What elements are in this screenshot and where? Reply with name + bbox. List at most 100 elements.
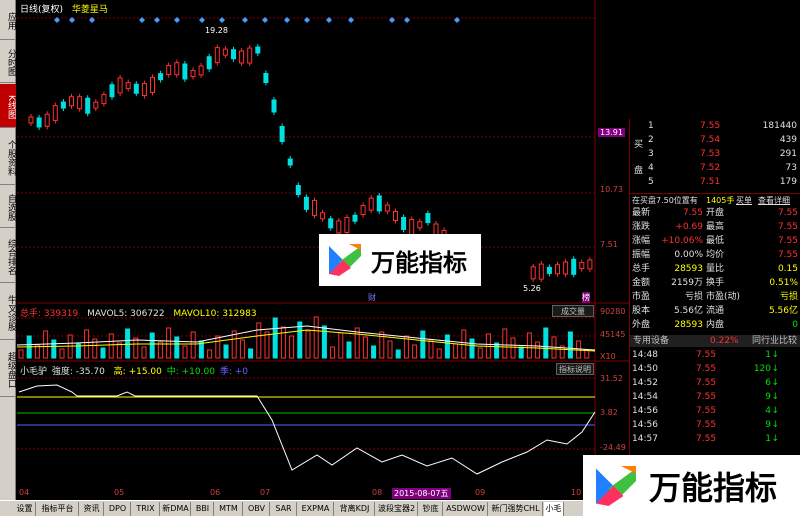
tab-diagnosis[interactable]: 牛叉诊股 xyxy=(0,284,16,340)
queue-bar: 在买盘7.50位置有 1405手 买单 查看详细 xyxy=(630,193,800,206)
candle-body xyxy=(376,195,382,212)
buy-orders-link[interactable]: 买单 xyxy=(736,194,752,207)
trade-volume: 1 xyxy=(765,434,771,444)
volume-bar xyxy=(477,347,483,359)
volume-bar xyxy=(444,334,450,359)
tab-kline[interactable]: K线图 xyxy=(0,84,16,128)
stat-value: 5.56亿 xyxy=(768,306,798,316)
ask-row[interactable]: 1 7.55 181440 xyxy=(630,120,800,133)
indicator-tab[interactable]: SAR xyxy=(271,502,297,516)
volume-bar xyxy=(469,338,475,359)
ask-level: 4 xyxy=(648,163,654,173)
trade-row: 14:56 7.55 9 ↓ xyxy=(630,419,800,432)
indicator-tab[interactable]: 新门强势CHL xyxy=(489,502,543,516)
ask-volume: 181440 xyxy=(762,121,797,131)
list-marker[interactable]: 榜 xyxy=(582,292,590,303)
tab-watchlist[interactable]: 自选股 xyxy=(0,186,16,228)
ask-volume: 179 xyxy=(779,177,797,187)
ask-row[interactable]: 4 7.52 73 xyxy=(630,162,800,175)
view-detail-link[interactable]: 查看详细 xyxy=(758,194,790,207)
indicator-tab[interactable]: OBV xyxy=(244,502,270,516)
tab-stock-profile[interactable]: 个股资料 xyxy=(0,129,16,185)
ask-price: 7.53 xyxy=(700,149,721,159)
stock-name: 华菱星马 xyxy=(71,5,108,15)
trade-price: 7.55 xyxy=(696,392,717,402)
trade-time: 14:57 xyxy=(632,434,658,444)
stat-key: 市盈 xyxy=(632,292,651,302)
indicator-strength-line xyxy=(18,384,596,475)
indicator-tab[interactable]: DPO xyxy=(105,502,131,516)
signal-diamond-icon xyxy=(199,17,205,23)
candle-body xyxy=(36,117,42,128)
volume-bar xyxy=(461,329,467,359)
volume-bar xyxy=(289,335,295,359)
volume-bar xyxy=(338,332,344,359)
stat-key: 最新 xyxy=(632,208,651,218)
ask-volume: 439 xyxy=(779,135,797,145)
stat-key: 振幅 xyxy=(632,250,651,260)
finance-marker[interactable]: 财 xyxy=(368,292,376,303)
indicator-tab[interactable]: BBI xyxy=(192,502,214,516)
tab-super-tape[interactable]: 超级盘口 xyxy=(0,341,16,397)
indicator-tab[interactable]: 资讯 xyxy=(80,502,104,516)
indicator-tab[interactable]: TRIX xyxy=(132,502,160,516)
tab-apps[interactable]: 应用 xyxy=(0,0,16,40)
candle-body xyxy=(77,96,83,110)
watermark-logo: 万能指标 xyxy=(583,455,800,516)
volume-bar xyxy=(248,348,254,359)
volume-bar xyxy=(502,328,508,359)
tab-intraday[interactable]: 分时图 xyxy=(0,41,16,83)
tab-industry[interactable]: 专用设备 xyxy=(633,335,669,347)
stats-row: 总手 28593 量比 0.15 xyxy=(630,263,800,276)
indicator-tab[interactable]: 钞底 xyxy=(419,502,443,516)
trade-price: 7.55 xyxy=(696,364,717,374)
candle-body xyxy=(85,97,91,114)
pan-side-label: 盘 xyxy=(634,166,644,176)
ask-row[interactable]: 3 7.53 291 xyxy=(630,148,800,161)
volume-bar xyxy=(346,341,352,359)
volume-dropdown[interactable]: 成交量 xyxy=(552,305,594,317)
trade-row: 14:57 7.55 1 ↓ xyxy=(630,433,800,446)
indicator-help-button[interactable]: 指标说明 xyxy=(556,363,594,375)
volume-bar xyxy=(125,328,131,359)
stat-value: +10.06% xyxy=(661,236,703,246)
stats-row: 涨跌 +0.69 最高 7.55 xyxy=(630,221,800,234)
buy-side-label: 买 xyxy=(634,140,644,150)
volume-bar xyxy=(116,342,122,359)
price-axis-tick: 7.51 xyxy=(600,240,618,249)
candle-body xyxy=(409,218,415,235)
tab-ranking[interactable]: 综合排名 xyxy=(0,229,16,283)
stat-key: 换手 xyxy=(706,278,725,288)
indicator-tab[interactable]: 背离KDJ xyxy=(335,502,375,516)
period-label[interactable]: 日线(复权) xyxy=(20,5,63,15)
indicator-tab[interactable]: ASDWOW xyxy=(444,502,488,516)
ask-row[interactable]: 2 7.54 439 xyxy=(630,134,800,147)
trade-volume: 9 xyxy=(765,392,771,402)
tab-industry-compare[interactable]: 同行业比较 xyxy=(752,335,797,347)
candle-body xyxy=(530,266,536,280)
trade-price: 7.55 xyxy=(696,420,717,430)
ask-row[interactable]: 5 7.51 179 xyxy=(630,176,800,189)
quote-panel: 1 7.55 181440 2 7.54 439 3 7.53 291 4 7.… xyxy=(629,119,800,500)
indicator-tab[interactable]: EXPMA xyxy=(298,502,334,516)
stat-value: 亏损 xyxy=(684,292,703,302)
indicator-tab[interactable]: 设置 xyxy=(14,502,36,516)
candle-body xyxy=(546,266,552,274)
stats-row: 振幅 0.00% 均价 7.55 xyxy=(630,249,800,262)
indicator-tab[interactable]: 新DMA xyxy=(161,502,191,516)
candle-body xyxy=(150,76,155,93)
chart-title: 日线(复权) 华菱星马 xyxy=(20,2,114,15)
indicator-tab[interactable]: 小毛 xyxy=(544,502,564,516)
date-tick: 07 xyxy=(260,488,271,497)
indicator-tab[interactable]: MTM xyxy=(215,502,243,516)
ask-level: 5 xyxy=(648,177,654,187)
volume-bar xyxy=(543,327,549,359)
ask-price: 7.54 xyxy=(700,135,721,145)
candle-body xyxy=(587,259,593,270)
indicator-tab[interactable]: 波段宝器2 xyxy=(376,502,418,516)
industry-change: 0.22% xyxy=(710,336,739,346)
volume-bar xyxy=(280,326,286,359)
indicator-tab[interactable]: 指标平台 xyxy=(37,502,79,516)
date-tick: 09 xyxy=(475,488,486,497)
queue-text: 在买盘7.50位置有 xyxy=(632,196,698,205)
